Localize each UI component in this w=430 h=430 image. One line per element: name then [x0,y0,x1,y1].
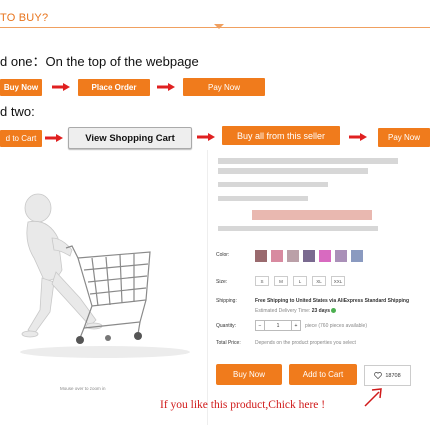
color-swatch[interactable] [335,250,347,262]
total-price-text: Depends on the product properties you se… [255,340,356,346]
delivery-prefix: Estimated Delivery Time: [255,308,311,314]
color-swatch[interactable] [287,250,299,262]
size-options: S M L XL XXL [255,276,345,286]
view-shopping-cart-button[interactable]: View Shopping Cart [68,127,192,149]
wishlist-note: If you like this product,Chick here ! [160,399,326,411]
size-option[interactable]: S [255,276,269,286]
quantity-input[interactable]: 1 [265,320,291,331]
pay-now-button-2[interactable]: Pay Now [378,128,430,147]
buy-now-button[interactable]: Buy Now [0,79,42,96]
buy-now-main-button[interactable]: Buy Now [216,364,282,385]
price-label-line [218,196,308,201]
product-image[interactable] [0,160,205,370]
info-icon [331,308,337,314]
add-to-cart-main-button[interactable]: Add to Cart [289,364,357,385]
heart-icon [374,372,383,379]
discount-line [218,226,378,231]
arrow-right-icon [45,134,63,142]
arrow-right-icon [349,133,367,141]
color-label: Color: [216,252,230,258]
price-line [252,210,372,220]
color-swatch[interactable] [303,250,315,262]
quantity-stepper: − 1 + piece (760 pieces available) [255,320,367,331]
color-swatch[interactable] [319,250,331,262]
quantity-label: Quantity: [216,323,237,329]
arrow-right-icon [157,83,175,91]
color-swatches [255,250,363,262]
panel-divider [207,150,208,425]
delivery-time: Estimated Delivery Time: 23 days [255,308,337,314]
shipping-text: Free Shipping to United States via AliEx… [255,298,410,304]
product-title-line [218,158,398,164]
delivery-days: 23 days [311,308,331,314]
shipping-label: Shipping: [216,298,237,304]
color-swatch[interactable] [351,250,363,262]
wishlist-button[interactable]: 18708 [364,365,411,386]
pieces-note: piece (760 pieces available) [305,322,367,329]
place-order-button[interactable]: Place Order [78,79,150,96]
rating-line [218,182,328,187]
product-title-line [218,168,368,174]
pay-now-button[interactable]: Pay Now [183,78,265,96]
add-to-cart-button[interactable]: d to Cart [0,130,42,147]
section-title: TO BUY? [0,12,49,24]
size-option[interactable]: L [293,276,307,286]
size-label: Size: [216,279,228,285]
quantity-increase-button[interactable]: + [291,320,301,331]
arrow-right-icon [52,83,70,91]
zoom-hint: Mouse over to zoom in [60,386,106,391]
arrow-up-right-icon [364,388,382,407]
size-option[interactable]: XXL [331,276,345,286]
method-two-label: d two: [0,104,35,119]
color-swatch[interactable] [271,250,283,262]
buy-all-from-seller-button[interactable]: Buy all from this seller [222,126,340,145]
wishlist-count: 18708 [385,372,401,379]
quantity-decrease-button[interactable]: − [255,320,265,331]
divider-marker [214,24,224,29]
color-swatch[interactable] [255,250,267,262]
size-option[interactable]: M [274,276,288,286]
size-option[interactable]: XL [312,276,326,286]
method-one-label: d one：On the top of the webpage [0,54,199,69]
arrow-right-icon [197,133,215,141]
total-price-label: Total Price: [216,340,241,346]
